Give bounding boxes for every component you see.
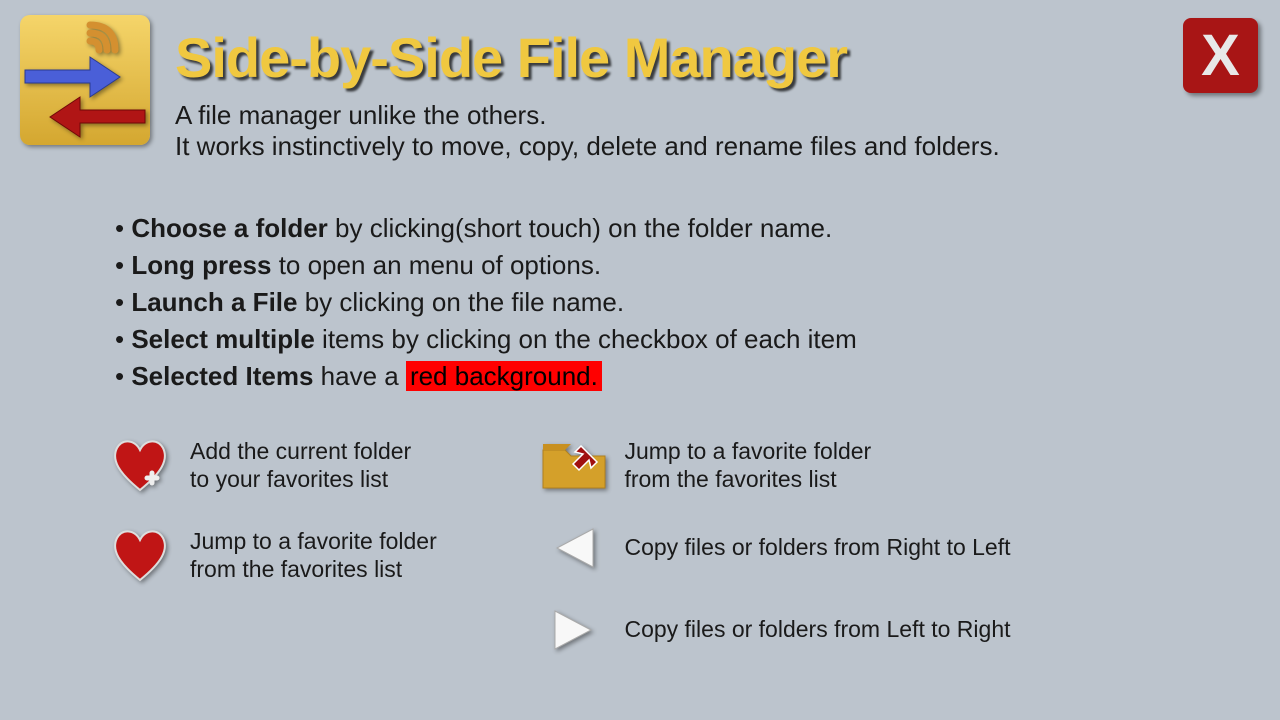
legend-folder-favorite: Jump to a favorite folder from the favor… [539,435,1159,497]
page-subtitle: A file manager unlike the others. It wor… [175,100,1000,162]
heart-icon [105,525,175,587]
triangle-left-icon [539,517,609,579]
close-button[interactable]: X [1183,18,1258,93]
subtitle-line-2: It works instinctively to move, copy, de… [175,131,1000,161]
red-background-highlight: red background. [406,361,602,391]
legend-heart: Jump to a favorite folder from the favor… [105,525,525,587]
bullet-1: • Choose a folder by clicking(short touc… [115,210,857,247]
bullet-3: • Launch a File by clicking on the file … [115,284,857,321]
bullet-2: • Long press to open an menu of options. [115,247,857,284]
subtitle-line-1: A file manager unlike the others. [175,100,546,130]
instruction-list: • Choose a folder by clicking(short touc… [115,210,857,395]
bullet-4: • Select multiple items by clicking on t… [115,321,857,358]
app-logo-icon [20,15,150,145]
legend-heart-add: Add the current folder to your favorites… [105,435,525,497]
triangle-right-icon [539,599,609,661]
legend-copy-right: Copy files or folders from Left to Right [539,599,1159,661]
heart-plus-icon [105,435,175,497]
bullet-5: • Selected Items have a red background. [115,358,857,395]
folder-arrow-icon [539,435,609,497]
page-title: Side-by-Side File Manager [175,25,847,90]
legend-copy-left: Copy files or folders from Right to Left [539,517,1159,579]
icon-legend: Add the current folder to your favorites… [105,435,1205,681]
close-icon: X [1201,22,1240,89]
